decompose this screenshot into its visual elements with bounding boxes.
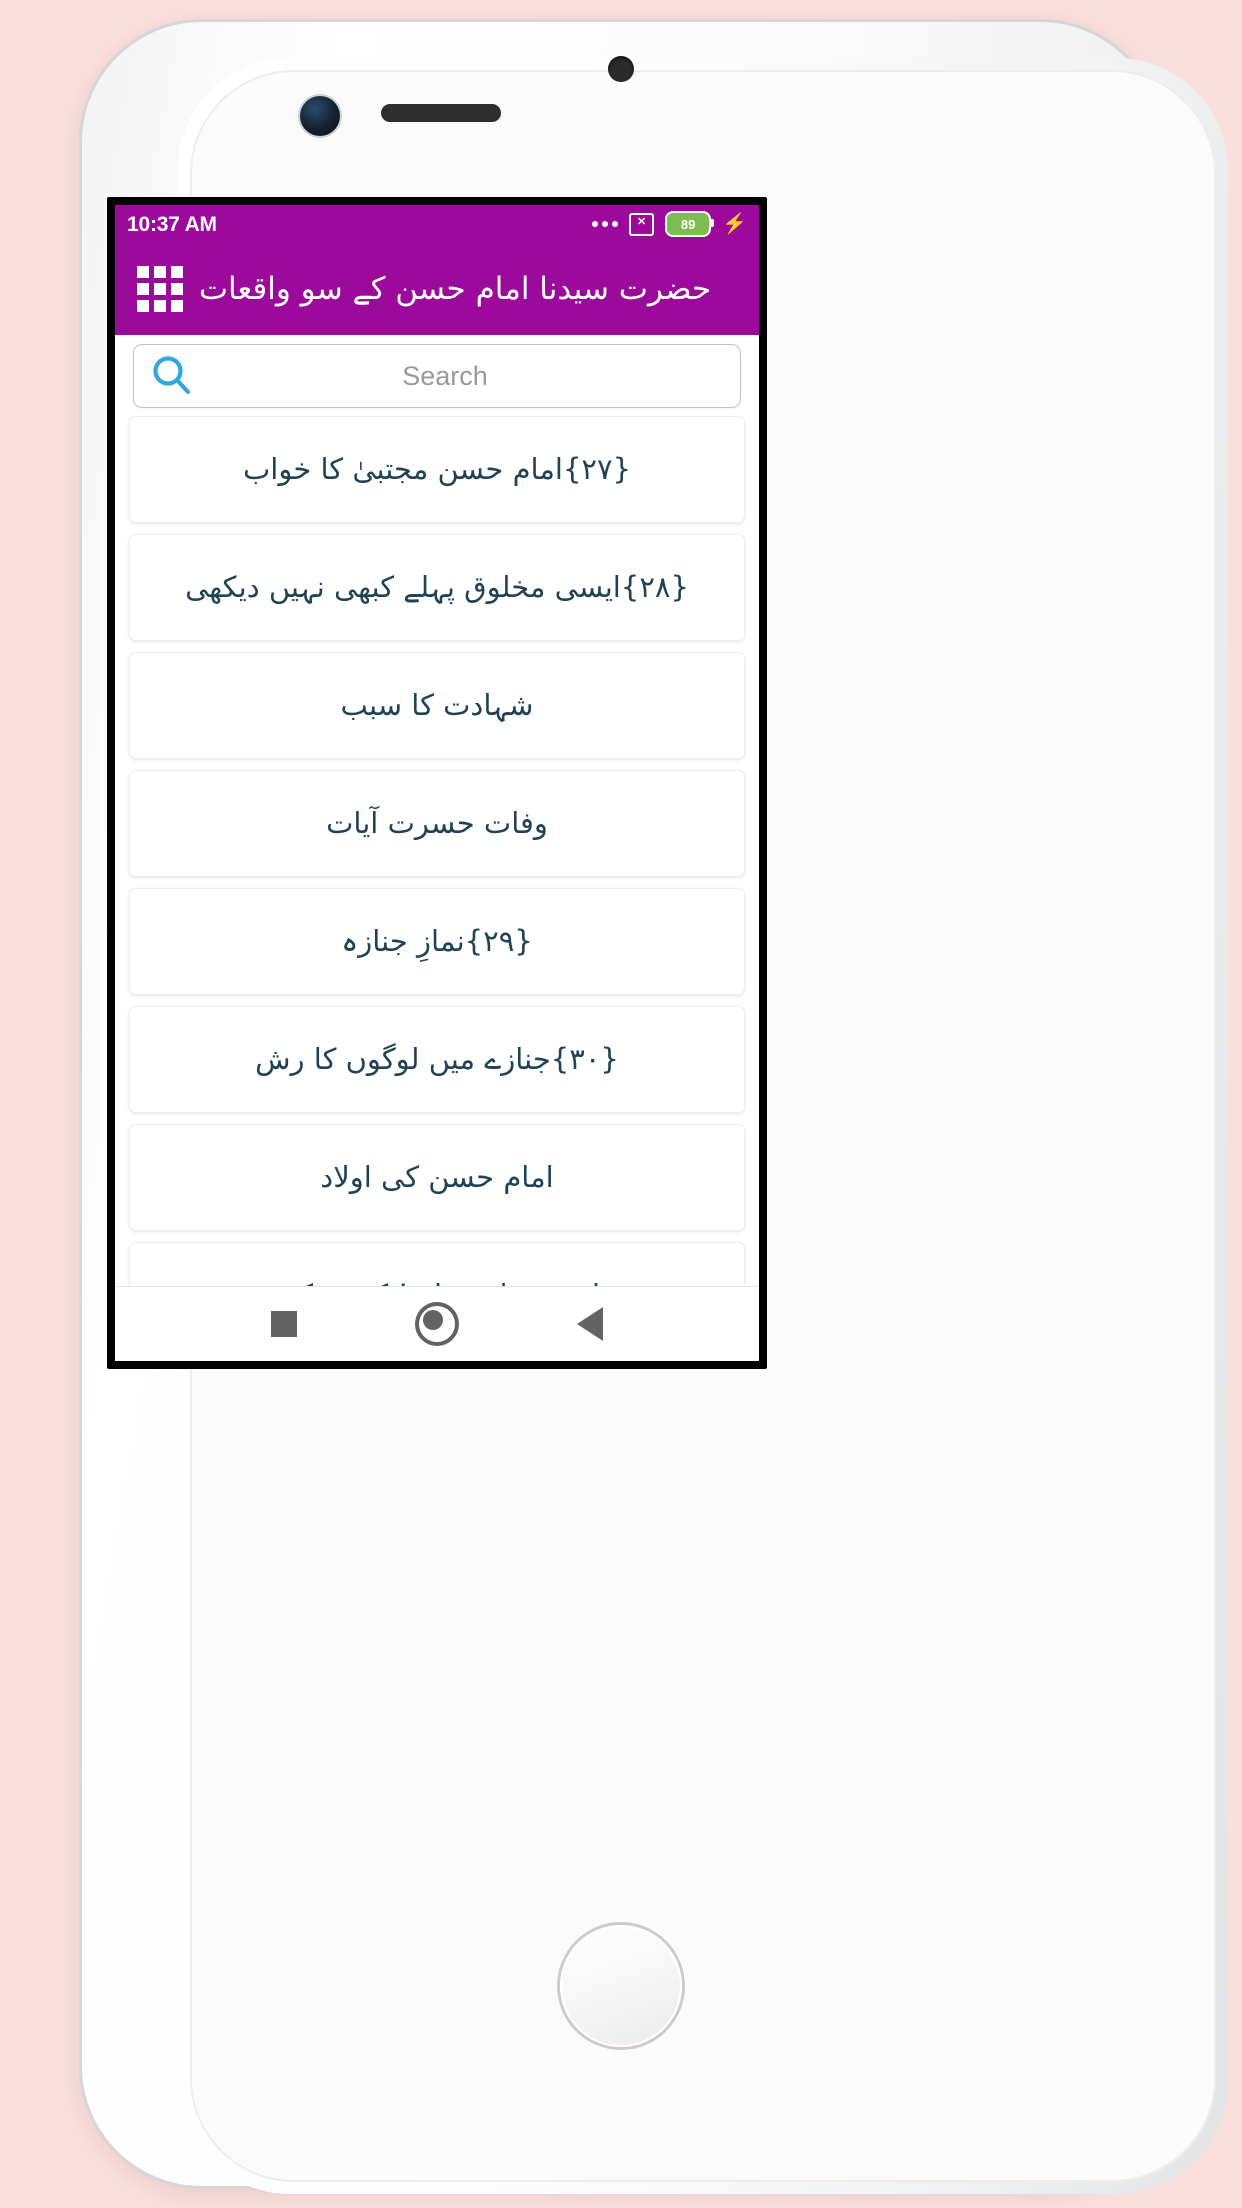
list-item[interactable]: {۲۹}نمازِ جنازہ <box>129 888 745 995</box>
more-dots-icon <box>592 221 619 227</box>
list-item[interactable]: وفات حسرت آیات <box>129 770 745 877</box>
list-item[interactable]: {۲۸}ایسی مخلوق پہلے کبھی نہیں دیکھی <box>129 534 745 641</box>
list-item-label: یا حَسن ابنِ علی! کر دو کرم <box>265 1277 608 1286</box>
list-item[interactable]: {۲۷}امام حسن مجتبیٰ کا خواب <box>129 416 745 523</box>
battery-level-label: 89 <box>680 216 696 232</box>
search-box[interactable] <box>133 344 741 408</box>
list-item[interactable]: {۳۰}جنازے میں لوگوں کا رش <box>129 1006 745 1113</box>
topics-list[interactable]: {۲۷}امام حسن مجتبیٰ کا خواب {۲۸}ایسی مخل… <box>115 416 759 1286</box>
earpiece-speaker <box>381 104 501 122</box>
list-item-label: {۲۷}امام حسن مجتبیٰ کا خواب <box>242 451 632 486</box>
list-item[interactable]: شہادت کا سبب <box>129 652 745 759</box>
list-item[interactable]: یا حَسن ابنِ علی! کر دو کرم <box>129 1242 745 1286</box>
hardware-home-button[interactable] <box>560 1925 682 2047</box>
triangle-back-icon[interactable] <box>577 1307 603 1341</box>
phone-screen: 10:37 AM ✕ 89 ⚡ حضرت سیدنا امام حسن کے س… <box>115 205 759 1361</box>
status-time: 10:37 AM <box>127 212 217 236</box>
bolt-icon: ⚡ <box>722 213 747 235</box>
list-item[interactable]: امام حسن کی اولاد <box>129 1124 745 1231</box>
battery-icon: 89 <box>665 211 715 237</box>
list-item-label: {۲۸}ایسی مخلوق پہلے کبھی نہیں دیکھی <box>185 569 689 604</box>
status-bar-right-group: ✕ 89 ⚡ <box>592 211 747 237</box>
list-item-label: امام حسن کی اولاد <box>320 1159 554 1194</box>
list-item-label: {۲۹}نمازِ جنازہ <box>341 923 533 958</box>
grid-menu-icon[interactable] <box>137 266 183 312</box>
search-bar-container <box>115 335 759 416</box>
list-item-label: {۳۰}جنازے میں لوگوں کا رش <box>255 1041 619 1076</box>
status-bar: 10:37 AM ✕ 89 ⚡ <box>115 205 759 243</box>
circle-home-icon[interactable] <box>415 1302 459 1346</box>
main-content: {۲۷}امام حسن مجتبیٰ کا خواب {۲۸}ایسی مخل… <box>115 335 759 1286</box>
square-recents-icon[interactable] <box>271 1311 297 1337</box>
list-item-label: شہادت کا سبب <box>340 687 534 722</box>
page-title: حضرت سیدنا امام حسن کے سو واقعات <box>198 270 712 307</box>
list-item-label: وفات حسرت آیات <box>326 805 548 840</box>
microphone-dot <box>608 56 634 82</box>
no-sim-icon: ✕ <box>629 212 655 236</box>
app-bar: حضرت سیدنا امام حسن کے سو واقعات <box>115 243 759 335</box>
search-input[interactable] <box>194 359 724 393</box>
search-icon <box>153 356 191 395</box>
android-navigation-bar <box>115 1286 759 1361</box>
front-camera-icon <box>300 96 340 136</box>
